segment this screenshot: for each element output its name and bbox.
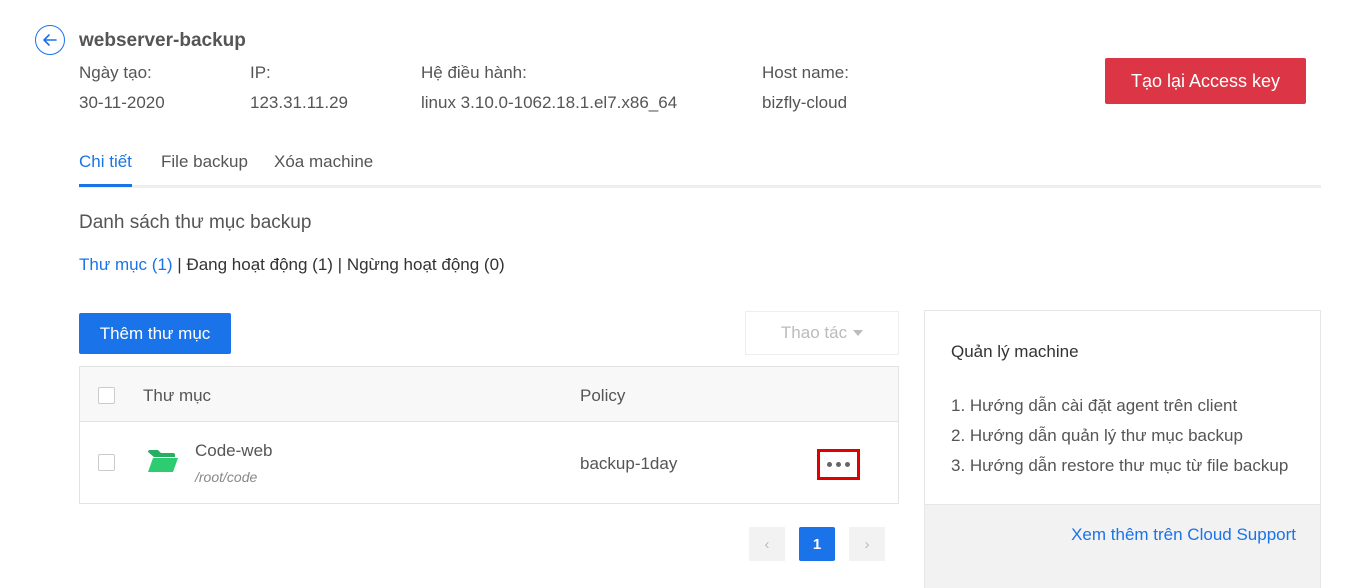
hostname-value: bizfly-cloud: [762, 93, 848, 112]
prev-page-button[interactable]: ‹: [749, 527, 785, 561]
actions-dropdown[interactable]: Thao tác: [745, 311, 899, 355]
guide-list: 1. Hướng dẫn cài đặt agent trên client 2…: [951, 391, 1288, 481]
folder-path: /root/code: [195, 469, 258, 485]
column-header-policy: Policy: [580, 386, 626, 405]
back-button[interactable]: [35, 25, 65, 55]
tab-details[interactable]: Chi tiết: [79, 152, 132, 187]
actions-label: Thao tác: [780, 323, 848, 342]
filter-active[interactable]: Đang hoạt động (1): [186, 255, 333, 274]
filter-all-folders[interactable]: Thư mục (1): [79, 255, 173, 274]
table-row: Code-web /root/code backup-1day: [80, 422, 898, 504]
next-page-button[interactable]: ›: [849, 527, 885, 561]
table-header: Thư mục Policy: [80, 367, 898, 422]
tab-delete-machine[interactable]: Xóa machine: [274, 152, 373, 172]
page-number-current[interactable]: 1: [799, 527, 835, 561]
more-options-button[interactable]: [817, 449, 860, 480]
more-horizontal-icon: [827, 462, 832, 467]
filter-separator: |: [332, 255, 347, 274]
panel-footer: Xem thêm trên Cloud Support: [925, 504, 1320, 588]
created-label: Ngày tạo:: [79, 63, 152, 82]
panel-title: Quản lý machine: [951, 342, 1079, 361]
os-label: Hệ điều hành:: [421, 63, 527, 82]
cloud-support-link[interactable]: Xem thêm trên Cloud Support: [1071, 525, 1296, 545]
add-folder-button[interactable]: Thêm thư mục: [79, 313, 231, 354]
caret-down-icon: [853, 330, 864, 336]
created-value: 30-11-2020: [79, 93, 165, 112]
select-all-checkbox[interactable]: [98, 387, 115, 404]
guide-link-install-agent[interactable]: 1. Hướng dẫn cài đặt agent trên client: [951, 391, 1288, 421]
folder-name[interactable]: Code-web: [195, 441, 273, 461]
ip-value: 123.31.11.29: [250, 93, 348, 112]
section-title: Danh sách thư mục backup: [79, 212, 312, 233]
filter-separator: |: [172, 255, 187, 274]
folder-open-icon: [148, 450, 178, 472]
arrow-left-icon: [43, 34, 57, 46]
tab-file-backup[interactable]: File backup: [161, 152, 248, 172]
column-header-folder: Thư mục: [143, 386, 212, 405]
folder-policy: backup-1day: [580, 454, 678, 473]
guide-link-manage-folders[interactable]: 2. Hướng dẫn quản lý thư mục backup: [951, 421, 1288, 451]
machine-management-panel: Quản lý machine 1. Hướng dẫn cài đặt age…: [924, 310, 1321, 588]
page-title: webserver-backup: [79, 30, 246, 51]
tab-bar: Chi tiết File backup Xóa machine: [79, 150, 1321, 188]
filter-inactive[interactable]: Ngừng hoạt động (0): [347, 255, 505, 274]
hostname-label: Host name:: [762, 63, 849, 82]
ip-label: IP:: [250, 63, 271, 82]
folder-filters: Thư mục (1) | Đang hoạt động (1) | Ngừng…: [79, 255, 505, 275]
folder-table: Thư mục Policy Code-web /root/code backu…: [79, 366, 899, 504]
os-value: linux 3.10.0-1062.18.1.el7.x86_64: [421, 93, 678, 112]
guide-link-restore-folder[interactable]: 3. Hướng dẫn restore thư mục từ file bac…: [951, 451, 1288, 481]
regenerate-access-key-button[interactable]: Tạo lại Access key: [1105, 58, 1306, 104]
row-checkbox[interactable]: [98, 454, 115, 471]
